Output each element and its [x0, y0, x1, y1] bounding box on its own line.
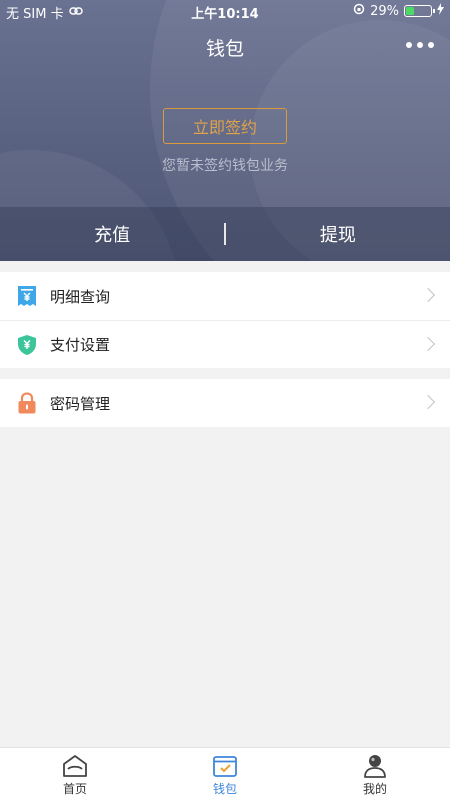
menu-item-payment-settings[interactable]: 支付设置: [0, 320, 450, 368]
status-bar: 无 SIM 卡 上午10:14 29%: [0, 0, 450, 22]
tab-wallet[interactable]: 钱包: [150, 748, 300, 800]
user-icon: [362, 753, 388, 779]
tab-label: 钱包: [212, 782, 237, 796]
tab-mine[interactable]: 我的: [300, 748, 450, 800]
dot-icon: [417, 42, 423, 48]
chevron-right-icon: [420, 287, 436, 303]
shield-icon: [16, 334, 38, 356]
dot-icon: [406, 42, 412, 48]
battery-percent: 29%: [370, 3, 399, 19]
dot-icon: [428, 42, 434, 48]
battery-level: [406, 7, 414, 15]
bottom-tab-bar: 首页 钱包 我的: [0, 747, 450, 800]
tab-home[interactable]: 首页: [0, 748, 150, 800]
sign-contract-button[interactable]: 立即签约: [163, 108, 287, 144]
menu-item-password[interactable]: 密码管理: [0, 379, 450, 427]
battery-icon: [404, 5, 435, 17]
tab-label: 我的: [362, 782, 387, 796]
menu-item-label: 密码管理: [50, 394, 111, 413]
menu-item-label: 支付设置: [50, 336, 111, 354]
rotation-lock-icon: [353, 3, 365, 19]
receipt-icon: [16, 285, 38, 307]
recharge-button[interactable]: 充值: [0, 221, 224, 247]
menu-group-security: 密码管理: [0, 379, 450, 427]
more-options-button[interactable]: [406, 36, 434, 54]
action-strip: 充值 提现: [0, 207, 450, 261]
wallet-header: 无 SIM 卡 上午10:14 29% 钱包 立即签约 您暂未签约钱包业务 充值…: [0, 0, 450, 261]
home-icon: [62, 753, 88, 779]
chevron-right-icon: [420, 394, 436, 410]
page-title: 钱包: [205, 38, 244, 60]
withdraw-button[interactable]: 提现: [226, 221, 450, 247]
menu-group-records: 明细查询 支付设置: [0, 272, 450, 368]
chevron-right-icon: [420, 336, 436, 352]
wallet-icon: [212, 753, 238, 779]
charging-icon: [437, 3, 444, 19]
lock-icon: [16, 392, 38, 414]
sign-hint-text: 您暂未签约钱包业务: [162, 158, 288, 174]
tab-label: 首页: [62, 782, 87, 796]
menu-item-details[interactable]: 明细查询: [0, 272, 450, 320]
menu-item-label: 明细查询: [50, 287, 111, 306]
